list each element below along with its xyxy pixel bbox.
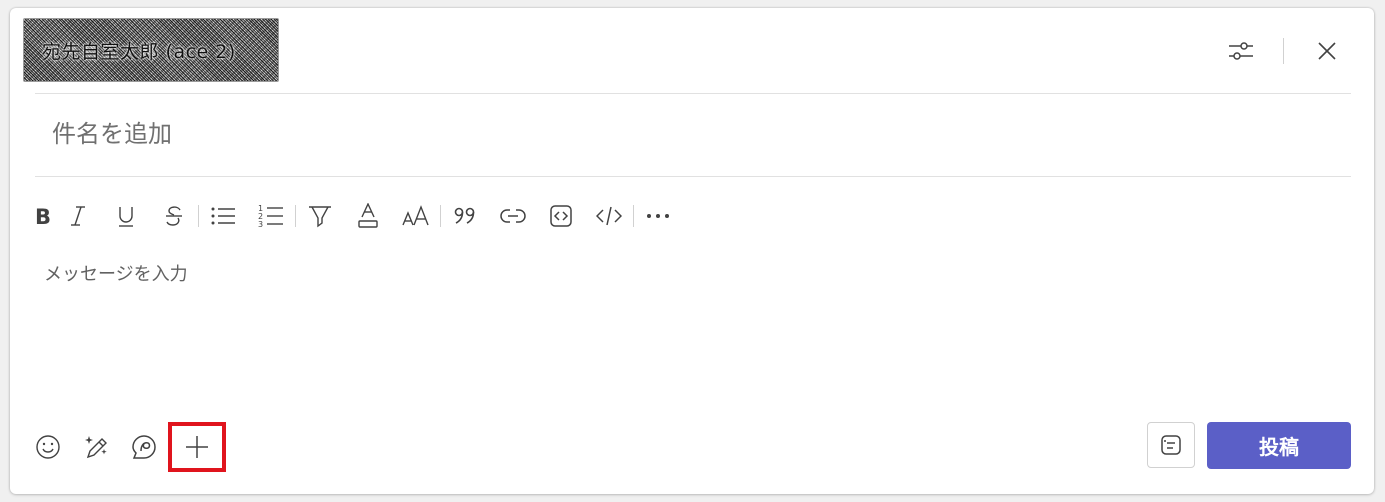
numbered-list-button[interactable]: 1 2 3 [247,198,295,234]
font-color-icon [356,203,380,229]
format-toolbar: B 1 2 3 [32,198,682,234]
more-options-button[interactable] [634,198,682,234]
format-toggle-button[interactable] [1147,422,1195,468]
strikethrough-button[interactable] [150,198,198,234]
strikethrough-icon [164,205,184,227]
font-color-button[interactable] [344,198,392,234]
highlighter-icon [307,203,333,229]
emoji-icon [35,434,61,460]
underline-icon [116,205,136,227]
plus-icon [185,435,209,459]
header-divider [1283,38,1284,64]
svg-text:B: B [35,205,51,227]
code-snippet-icon [549,204,573,228]
italic-icon [68,205,88,227]
message-input[interactable] [44,260,1344,410]
sliders-icon [1228,40,1254,62]
compose-card: 宛先自室太郎 (ace 2) B [10,8,1374,494]
link-button[interactable] [489,198,537,234]
options-button[interactable] [1223,34,1259,68]
post-button[interactable]: 投稿 [1207,422,1351,469]
italic-button[interactable] [54,198,102,234]
bold-button[interactable]: B [32,198,54,234]
recipient-field[interactable]: 宛先自室太郎 (ace 2) [23,18,279,82]
message-actions [24,422,226,472]
loop-component-button[interactable] [120,424,168,470]
bulleted-list-button[interactable] [199,198,247,234]
inline-code-icon [596,205,622,227]
copilot-rewrite-button[interactable] [72,424,120,470]
highlight-button[interactable] [296,198,344,234]
loop-icon [131,434,157,460]
code-snippet-button[interactable] [537,198,585,234]
svg-text:3: 3 [258,220,263,228]
numbered-list-icon: 1 2 3 [258,204,284,228]
bold-icon: B [34,205,52,227]
recipient-name: 宛先自室太郎 (ace 2) [42,41,236,63]
font-size-icon [402,205,430,227]
more-icon [646,213,670,219]
add-attachment-button[interactable] [168,422,226,472]
bulleted-list-icon [210,206,236,226]
link-icon [500,208,526,224]
subject-separator [35,176,1351,177]
underline-button[interactable] [102,198,150,234]
sparkle-pen-icon [82,433,110,461]
quote-button[interactable] [441,198,489,234]
format-icon [1160,434,1182,456]
close-button[interactable] [1307,34,1347,68]
quote-icon [453,206,477,226]
header-separator [35,93,1351,94]
emoji-button[interactable] [24,424,72,470]
font-size-button[interactable] [392,198,440,234]
inline-code-button[interactable] [585,198,633,234]
close-icon [1317,41,1337,61]
subject-input[interactable] [52,112,1332,156]
